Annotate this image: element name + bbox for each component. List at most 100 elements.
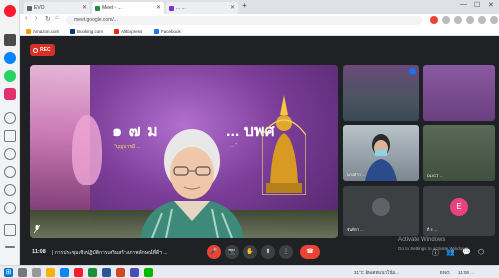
maximize-button[interactable]: ☐ bbox=[474, 1, 480, 9]
heart-icon[interactable] bbox=[4, 166, 16, 178]
participant-name: DLICT ... bbox=[427, 173, 443, 178]
tab-label: ... ... bbox=[176, 5, 186, 11]
screen: EVO ✕ Meet - ... ✕ ... ... ✕ + — ☐ ✕ ‹ ›… bbox=[0, 0, 499, 278]
raise-hand-button[interactable]: ✋ bbox=[243, 245, 257, 259]
activate-windows-title: Activate Windows bbox=[398, 237, 446, 243]
more-options-button[interactable]: ⋮ bbox=[279, 245, 293, 259]
tab-favicon-icon bbox=[169, 5, 174, 11]
bookmark-amazon[interactable]: Amazon.com bbox=[26, 28, 59, 35]
present-button[interactable]: ⬆ bbox=[261, 245, 275, 259]
instagram-icon[interactable] bbox=[4, 88, 16, 100]
mic-off-button[interactable]: 🎤 bbox=[207, 245, 221, 259]
forward-icon[interactable]: › bbox=[35, 15, 37, 22]
close-icon[interactable]: ✕ bbox=[82, 2, 87, 14]
whatsapp-icon[interactable] bbox=[4, 70, 16, 82]
booking-icon bbox=[70, 29, 75, 34]
bookmark-label: AliExpress bbox=[121, 29, 143, 34]
bookmarks-bar: Amazon.com Booking.com AliExpress Facebo… bbox=[20, 27, 499, 36]
messenger-icon[interactable] bbox=[4, 52, 16, 64]
opera-logo-icon[interactable] bbox=[4, 5, 16, 17]
edge-icon[interactable] bbox=[60, 268, 69, 277]
participant-name: นางสาว ... bbox=[347, 172, 366, 177]
reload-icon[interactable]: ↻ bbox=[45, 15, 51, 23]
teams-icon[interactable] bbox=[130, 268, 139, 277]
home-icon[interactable]: ⌂ bbox=[55, 15, 59, 21]
title-separator: | bbox=[52, 250, 54, 256]
meeting-title: | การประชุมเชิงปฏิบัติการเสริมสร้างภาพลั… bbox=[52, 249, 168, 257]
download-icon[interactable] bbox=[478, 16, 486, 24]
bookmark-facebook[interactable]: Facebook bbox=[154, 28, 181, 35]
start-button[interactable]: ⊞ bbox=[4, 268, 13, 277]
leave-call-button[interactable]: ☎ bbox=[300, 245, 320, 259]
browser-sidebar bbox=[0, 0, 20, 265]
close-window-button[interactable]: ✕ bbox=[488, 1, 494, 9]
meeting-title-text: การประชุมเชิงปฏิบัติการเสริมสร้างภาพลักษ… bbox=[54, 250, 168, 256]
participant-tile[interactable]: จันทิรา ... bbox=[343, 186, 419, 236]
clock-icon[interactable] bbox=[4, 184, 16, 196]
participant-tile[interactable] bbox=[423, 65, 495, 121]
new-tab-button[interactable]: + bbox=[242, 1, 247, 10]
task-view-icon[interactable] bbox=[32, 268, 41, 277]
bookmark-booking[interactable]: Booking.com bbox=[70, 28, 103, 35]
word-icon[interactable] bbox=[102, 268, 111, 277]
tab-bar: EVO ✕ Meet - ... ✕ ... ... ✕ + — ☐ ✕ bbox=[20, 0, 499, 14]
close-icon[interactable]: ✕ bbox=[230, 2, 235, 14]
participant-tile[interactable]: E กี ร ... bbox=[423, 186, 495, 236]
line-icon[interactable] bbox=[144, 268, 153, 277]
activate-windows-subtitle: Go to Settings to activate Windows. bbox=[398, 246, 470, 251]
minimize-button[interactable]: — bbox=[460, 1, 467, 8]
participant-tile[interactable]: DLICT ... bbox=[423, 125, 495, 181]
participant-tile[interactable] bbox=[343, 65, 419, 121]
opera-icon[interactable] bbox=[74, 268, 83, 277]
pin-icon[interactable] bbox=[4, 224, 16, 236]
weather-temp: 31°C bbox=[354, 270, 365, 275]
heart-icon[interactable] bbox=[466, 16, 474, 24]
file-explorer-icon[interactable] bbox=[46, 268, 55, 277]
camera-icon[interactable] bbox=[442, 16, 450, 24]
extension-icon[interactable] bbox=[430, 16, 438, 24]
main-presenter-tile[interactable]: ๑ ๗ ม ... บพศ "บุญบารมี ... ... " bbox=[30, 65, 338, 238]
activities-button[interactable]: ⬡ bbox=[478, 248, 484, 256]
back-icon[interactable]: ‹ bbox=[25, 15, 27, 22]
tab-evo[interactable]: EVO ✕ bbox=[24, 2, 90, 14]
menu-icon[interactable] bbox=[490, 16, 498, 24]
tab-meet[interactable]: Meet - ... ✕ bbox=[92, 2, 164, 14]
bookmark-label: Amazon.com bbox=[33, 29, 60, 34]
windows-taskbar: ⊞ 31°C อัพเดทแนวโน้ม... ENG 11:08 ... bbox=[0, 265, 499, 278]
rec-label: REC bbox=[40, 47, 51, 53]
avatar: E bbox=[450, 198, 468, 216]
excel-icon[interactable] bbox=[88, 268, 97, 277]
search-icon[interactable] bbox=[18, 268, 27, 277]
participant-name: จันทิรา ... bbox=[347, 227, 364, 232]
tab-label: Meet - ... bbox=[102, 5, 122, 11]
player-icon[interactable] bbox=[4, 148, 16, 160]
meeting-time: 11:08 bbox=[32, 249, 46, 255]
buddha-statue-image bbox=[262, 95, 306, 195]
language-indicator[interactable]: ENG bbox=[440, 268, 450, 277]
participant-video bbox=[365, 134, 397, 181]
tab-third[interactable]: ... ... ✕ bbox=[166, 2, 238, 14]
taskbar-clock[interactable]: 11:08 ... bbox=[458, 268, 474, 277]
bookmark-aliexpress[interactable]: AliExpress bbox=[114, 28, 142, 35]
speaking-indicator-icon bbox=[409, 68, 416, 75]
close-icon[interactable]: ✕ bbox=[156, 2, 161, 14]
weather-widget[interactable]: 31°C อัพเดทแนวโน้ม... bbox=[354, 268, 399, 277]
tab-label: EVO bbox=[34, 5, 45, 11]
settings-icon[interactable] bbox=[4, 202, 16, 214]
taskbar-time: 11:08 bbox=[458, 270, 469, 275]
camera-button[interactable]: 📷 bbox=[225, 245, 239, 259]
taskbar-date: ... bbox=[470, 270, 474, 275]
snapshot-icon[interactable] bbox=[454, 16, 462, 24]
history-icon[interactable] bbox=[4, 112, 16, 124]
downloads-icon[interactable] bbox=[4, 130, 16, 142]
flower-decoration bbox=[72, 115, 102, 185]
weather-desc: อัพเดทแนวโน้ม... bbox=[365, 270, 400, 275]
url-field[interactable]: meet.google.com/... bbox=[66, 16, 422, 25]
meet-control-bar: 11:08 | การประชุมเชิงปฏิบัติการเสริมสร้า… bbox=[20, 240, 499, 265]
recording-badge: REC bbox=[30, 44, 55, 56]
powerpoint-icon[interactable] bbox=[116, 268, 125, 277]
participant-tile[interactable]: นางสาว ... bbox=[343, 125, 419, 181]
amazon-icon bbox=[26, 29, 31, 34]
workspace-icon[interactable] bbox=[4, 34, 16, 46]
more-icon[interactable] bbox=[5, 246, 15, 248]
